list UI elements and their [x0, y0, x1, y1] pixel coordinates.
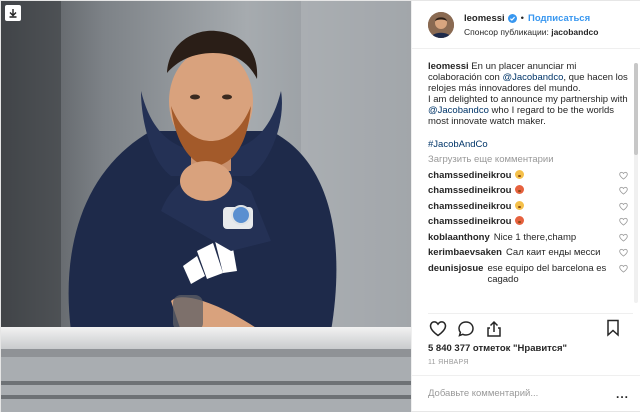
bookmark-icon: [607, 319, 619, 337]
comment-rows: chamssedineikrou chamssedineikrou chamss…: [428, 169, 628, 285]
comment-username[interactable]: chamssedineikrou: [428, 201, 511, 212]
heart-icon[interactable]: [619, 264, 628, 273]
comment-row: kerimbaevsaken Сал каит енды месси: [428, 247, 628, 258]
load-more-comments-button[interactable]: Загрузить еще комментарии: [428, 154, 628, 165]
comment-row: chamssedineikrou: [428, 169, 628, 181]
verified-badge-icon: [507, 13, 517, 23]
comment-username[interactable]: deunisjosue: [428, 263, 483, 285]
download-arrow-icon: [9, 9, 17, 18]
follow-button[interactable]: Подписаться: [528, 13, 590, 24]
avatar[interactable]: [428, 11, 454, 38]
post-photo[interactable]: [1, 1, 411, 412]
comments-list[interactable]: leomessi En un placer anunciar mi colabo…: [428, 61, 628, 309]
comment-row: deunisjosue ese equipo del barcelona es …: [428, 263, 628, 285]
comment-text: Nice 1 there,champ: [493, 231, 577, 243]
comment-row: koblaanthony Nice 1 there,champ: [428, 232, 628, 243]
save-bookmark-button[interactable]: [603, 318, 623, 338]
share-icon: [487, 320, 501, 337]
emoji-icon: [515, 200, 525, 210]
avatar-image: [428, 11, 454, 38]
caption-mention[interactable]: @Jacobandco: [428, 105, 489, 116]
separator-dot: •: [520, 12, 524, 24]
post-date[interactable]: 11 января: [428, 359, 469, 366]
caption-username[interactable]: leomessi: [428, 61, 469, 72]
heart-icon[interactable]: [619, 233, 628, 242]
comment-username[interactable]: koblaanthony: [428, 232, 490, 243]
post-side-panel: leomessi • Подписаться Спонсор публикаци…: [411, 1, 640, 411]
sponsor-prefix: Спонсор публикации:: [464, 26, 549, 37]
caption-text: I am delighted to announce my partnershi…: [428, 94, 628, 105]
comment-username[interactable]: chamssedineikrou: [428, 216, 511, 227]
comment-text: Сал каит енды месси: [505, 247, 601, 258]
comment-bubble-icon: [458, 320, 474, 337]
comments-scrollbar[interactable]: [634, 63, 638, 303]
post-header: leomessi • Подписаться Спонсор публикаци…: [412, 1, 640, 49]
caption-mention[interactable]: @Jacobandco: [502, 72, 563, 83]
scrollbar-thumb[interactable]: [634, 63, 638, 155]
heart-icon[interactable]: [619, 186, 628, 195]
heart-icon[interactable]: [619, 248, 628, 257]
comment-row: chamssedineikrou: [428, 216, 628, 227]
heart-icon[interactable]: [619, 171, 628, 180]
like-button[interactable]: [428, 319, 448, 339]
comment-row: chamssedineikrou: [428, 200, 628, 212]
action-bar: [428, 313, 633, 339]
sponsor-line: Спонсор публикации: jacobandco: [464, 27, 598, 37]
likes-count[interactable]: 5 840 377 отметок "Нравится": [428, 343, 567, 354]
emoji-icon: [515, 185, 525, 194]
comment-username[interactable]: kerimbaevsaken: [428, 247, 502, 258]
comment-username[interactable]: chamssedineikrou: [428, 185, 511, 196]
heart-icon[interactable]: [619, 202, 628, 211]
share-button[interactable]: [484, 319, 504, 339]
download-button[interactable]: [5, 5, 21, 21]
heart-icon[interactable]: [619, 217, 628, 226]
comment-row: chamssedineikrou: [428, 185, 628, 196]
sponsor-name[interactable]: jacobandco: [551, 27, 598, 37]
comment-username[interactable]: chamssedineikrou: [428, 170, 511, 181]
hashtag-link[interactable]: #JacobAndCo: [428, 139, 628, 150]
emoji-icon: [515, 169, 525, 179]
more-options-button[interactable]: ...: [616, 387, 629, 401]
comment-button[interactable]: [456, 319, 476, 339]
emoji-icon: [515, 216, 525, 225]
comment-text: ese equipo del barcelona es cagado: [487, 262, 607, 285]
post-image-illustration: [1, 1, 411, 412]
post-caption: leomessi En un placer anunciar mi colabo…: [428, 61, 628, 150]
comment-input[interactable]: [428, 388, 616, 399]
add-comment-bar: ...: [412, 375, 640, 411]
author-username[interactable]: leomessi: [464, 13, 505, 24]
instagram-post-window: leomessi • Подписаться Спонсор публикаци…: [0, 0, 640, 412]
heart-icon: [429, 321, 447, 337]
